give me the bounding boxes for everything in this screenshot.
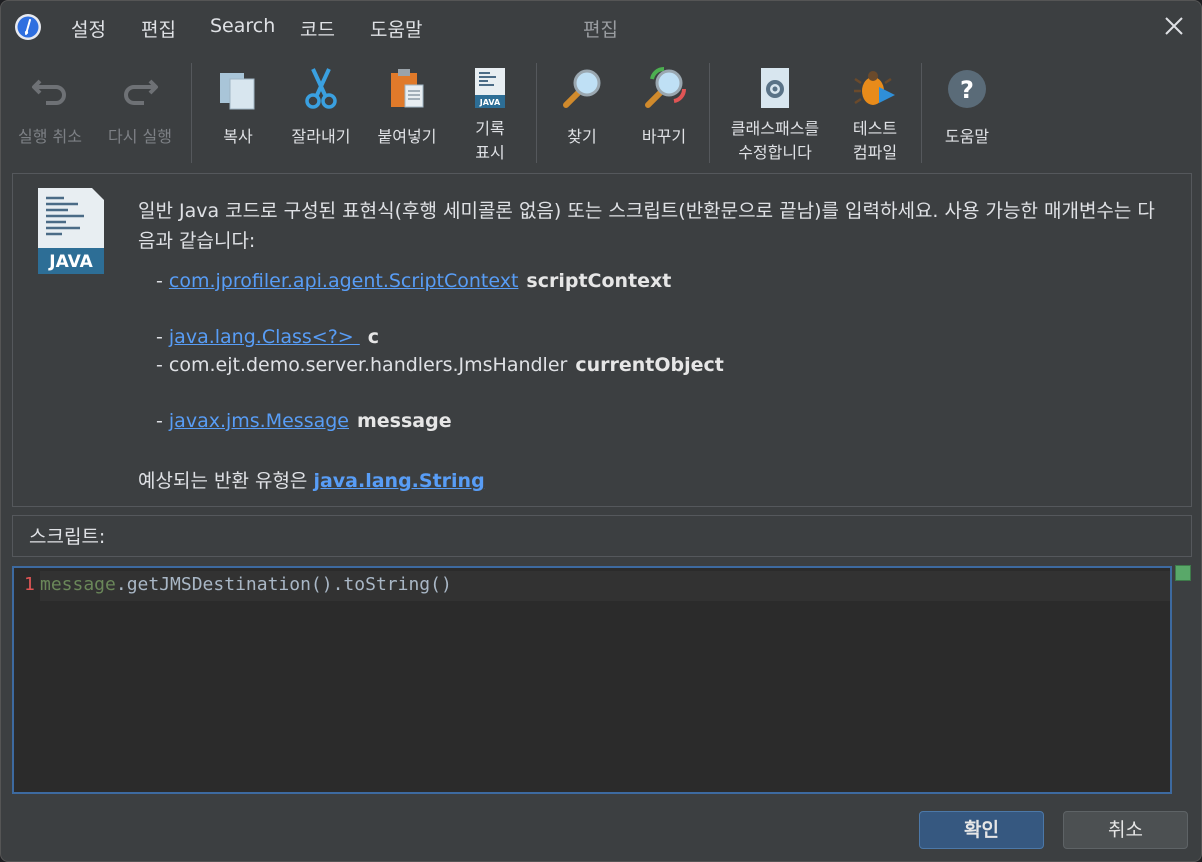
ok-button[interactable]: 확인 [919, 811, 1044, 849]
close-icon[interactable] [1159, 11, 1189, 41]
undo-button[interactable]: 실행 취소 [9, 59, 91, 167]
line-number: 1 [24, 574, 35, 595]
edit-classpath-button[interactable]: 클래스패스를 수정합니다 [719, 59, 831, 167]
bug-icon [854, 71, 895, 105]
edit-dialog: 설정 편집 Search 코드 도움말 편집 실행 취소 다시 실행 복사 잘라… [0, 0, 1202, 862]
show-record-label: 기록 표시 [475, 119, 505, 162]
replace-label: 바꾸기 [641, 127, 687, 146]
toolbar-separator [536, 63, 537, 163]
error-status-indicator [1175, 565, 1191, 581]
find-button[interactable]: 찾기 [547, 59, 617, 167]
paste-label: 붙여넣기 [377, 127, 437, 146]
param-name: scriptContext [526, 270, 672, 292]
return-type-link[interactable]: java.lang.String [313, 470, 484, 492]
parameter-row: - com.jprofiler.api.agent.ScriptContext s… [156, 270, 672, 292]
help-button[interactable]: ? 도움말 [931, 59, 1003, 167]
parameter-row: - javax.jms.Message message [156, 410, 452, 432]
menu-code[interactable]: 코드 [300, 15, 335, 42]
cancel-button[interactable]: 취소 [1063, 811, 1188, 849]
svg-text:JAVA: JAVA [479, 98, 501, 107]
svg-text:JAVA: JAVA [48, 252, 93, 272]
param-type: com.ejt.demo.server.handlers.JmsHandler [168, 354, 568, 376]
cut-label: 잘라내기 [291, 127, 351, 146]
toolbar-separator [921, 63, 922, 163]
param-name: c [367, 326, 380, 348]
menu-edit[interactable]: 편집 [141, 15, 176, 42]
parameters-info-panel: JAVA 일반 Java 코드로 구성된 표현식(후행 세미콜론 없음) 또는 … [12, 173, 1192, 507]
show-record-button[interactable]: JAVA 기록 표시 [457, 59, 523, 167]
menu-settings[interactable]: 설정 [71, 15, 106, 42]
find-label: 찾기 [567, 127, 597, 146]
replace-button[interactable]: 바꾸기 [627, 59, 701, 167]
redo-icon [124, 79, 158, 105]
return-type-text: 예상되는 반환 유형은 java.lang.String [138, 470, 485, 492]
param-type-link[interactable]: javax.jms.Message [169, 410, 349, 432]
edit-classpath-label: 클래스패스를 수정합니다 [730, 119, 820, 162]
scissors-icon [305, 68, 337, 109]
redo-button[interactable]: 다시 실행 [99, 59, 181, 167]
param-name: message [357, 410, 452, 432]
title-bar: 설정 편집 Search 코드 도움말 편집 [1, 1, 1201, 53]
copy-icon [220, 73, 255, 110]
svg-text:?: ? [960, 76, 974, 104]
cut-button[interactable]: 잘라내기 [283, 59, 359, 167]
copy-label: 복사 [223, 127, 253, 146]
help-label: 도움말 [944, 127, 990, 146]
copy-button[interactable]: 복사 [201, 59, 275, 167]
undo-label: 실행 취소 [18, 127, 82, 146]
param-type-link[interactable]: com.jprofiler.api.agent.ScriptContext [169, 270, 519, 292]
script-label: 스크립트: [12, 515, 1192, 557]
toolbar-separator [709, 63, 710, 163]
redo-label: 다시 실행 [108, 127, 172, 146]
paste-button[interactable]: 붙여넣기 [367, 59, 447, 167]
undo-icon [32, 79, 66, 105]
parameter-row: - java.lang.Class<?> c [156, 326, 380, 348]
toolbar-separator [191, 63, 192, 163]
test-compile-label: 테스트 컴파일 [852, 119, 898, 162]
window-title: 편집 [583, 19, 618, 41]
param-type-link[interactable]: java.lang.Class<?> [169, 326, 360, 348]
parameter-row: - com.ejt.demo.server.handlers.JmsHandle… [156, 354, 724, 376]
code-line[interactable]: message.getJMSDestination().toString() [40, 574, 452, 595]
test-compile-button[interactable]: 테스트 컴파일 [841, 59, 909, 167]
paste-icon [391, 69, 424, 108]
search-icon [563, 69, 601, 108]
menu-search[interactable]: Search [210, 15, 275, 37]
description-text: 일반 Java 코드로 구성된 표현식(후행 세미콜론 없음) 또는 스크립트(… [138, 200, 1155, 252]
classpath-settings-icon [761, 68, 789, 108]
param-name: currentObject [575, 354, 724, 376]
java-file-icon: JAVA [475, 68, 505, 108]
app-icon [15, 14, 41, 40]
menu-help[interactable]: 도움말 [370, 15, 422, 42]
help-icon: ? [948, 70, 986, 108]
java-file-icon: JAVA [38, 188, 104, 274]
script-editor[interactable]: 1 message.getJMSDestination().toString() [12, 566, 1172, 794]
replace-icon [645, 66, 687, 108]
toolbar: 실행 취소 다시 실행 복사 잘라내기 붙여넣기 JAVA 기록 표시 찾기 바… [1, 53, 1201, 167]
